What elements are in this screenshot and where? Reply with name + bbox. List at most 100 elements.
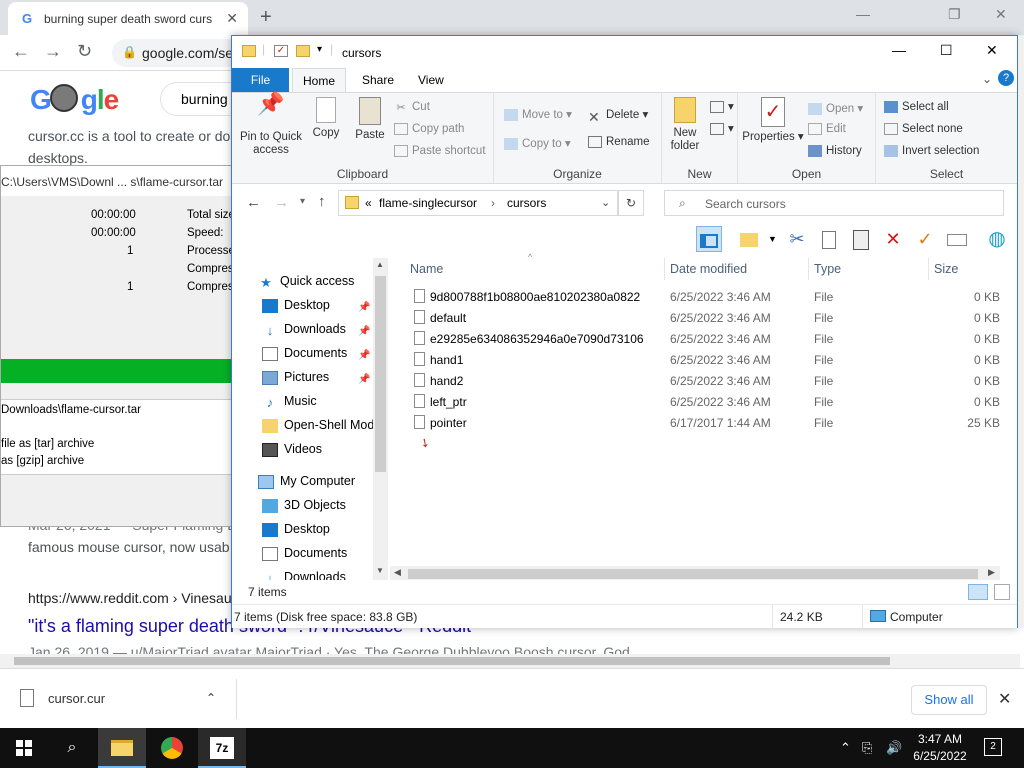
tab-home[interactable]: Home xyxy=(292,68,347,92)
scroll-right-icon[interactable]: ▶ xyxy=(988,567,995,578)
new-folder-quick-icon[interactable] xyxy=(296,45,310,57)
file-row[interactable]: default 6/25/2022 3:46 AM File 0 KB xyxy=(408,307,1008,328)
nav-3d-objects[interactable]: 3D Objects xyxy=(262,498,346,518)
cut-button[interactable]: ✂ Cut xyxy=(394,101,430,114)
file-row[interactable]: hand2 6/25/2022 3:46 AM File 0 KB xyxy=(408,370,1008,391)
refresh-icon[interactable]: ↻ xyxy=(618,190,644,216)
nav-pictures[interactable]: Pictures xyxy=(262,370,329,390)
open-button[interactable]: Open ▾ xyxy=(808,101,863,115)
scroll-down-icon[interactable]: ▼ xyxy=(376,566,384,575)
copy-icon[interactable] xyxy=(816,226,842,252)
nav-open-shell[interactable]: Open-Shell Mod xyxy=(262,418,374,438)
scroll-thumb[interactable] xyxy=(408,569,978,579)
search-input[interactable]: ⌕ Search cursors xyxy=(664,190,1004,216)
history-button[interactable]: History xyxy=(808,145,862,157)
scroll-up-icon[interactable]: ▲ xyxy=(376,260,384,269)
checkmark-icon[interactable]: ✓ xyxy=(912,226,938,252)
maximize-button[interactable]: ☐ xyxy=(940,42,953,59)
result-breadcrumb[interactable]: https://www.reddit.com › Vinesau xyxy=(28,590,232,606)
minimize-button[interactable]: — xyxy=(892,42,906,58)
chevron-up-icon[interactable]: ⌃ xyxy=(840,740,851,756)
scroll-thumb[interactable] xyxy=(375,276,386,472)
large-icons-view-icon[interactable] xyxy=(994,584,1010,600)
scroll-left-icon[interactable]: ◀ xyxy=(394,567,401,578)
rename-button[interactable]: Rename xyxy=(588,136,649,148)
page-horizontal-scrollbar[interactable] xyxy=(0,654,1020,668)
pin-to-quick-access-button[interactable]: 📌 Pin to Quick access xyxy=(238,93,304,157)
help-icon[interactable]: ? xyxy=(998,70,1014,86)
chevron-down-icon[interactable]: ▼ xyxy=(768,234,777,244)
tab-close-icon[interactable]: ✕ xyxy=(226,10,238,27)
paste-icon[interactable] xyxy=(848,226,874,252)
delete-button[interactable]: ✕ Delete ▾ xyxy=(588,107,648,125)
nav-scrollbar[interactable]: ▲ ▼ xyxy=(373,258,388,580)
restore-button[interactable]: ❐ xyxy=(948,6,961,23)
recent-locations-icon[interactable]: ▾ xyxy=(300,196,305,207)
column-size[interactable]: Size xyxy=(934,262,958,276)
forward-arrow-icon[interactable]: → xyxy=(44,41,62,62)
move-to-button[interactable]: Move to ▾ xyxy=(504,107,572,121)
chrome-taskbar-icon[interactable] xyxy=(148,728,196,768)
reload-icon[interactable]: ↻ xyxy=(77,41,92,62)
nav-desktop-pc[interactable]: Desktop xyxy=(262,522,330,542)
windows-start-icon[interactable] xyxy=(0,728,48,768)
tab-file[interactable]: File xyxy=(232,68,289,92)
new-item-button[interactable]: ▾ xyxy=(710,99,734,113)
copy-button[interactable]: Copy xyxy=(306,97,346,140)
nav-videos[interactable]: Videos xyxy=(262,442,322,462)
preview-pane-icon[interactable] xyxy=(696,226,722,252)
close-button[interactable]: ✕ xyxy=(986,42,998,59)
paste-shortcut-button[interactable]: Paste shortcut xyxy=(394,145,486,157)
minimize-button[interactable]: — xyxy=(856,6,870,22)
7zip-taskbar-icon[interactable]: 7z xyxy=(198,728,246,768)
back-arrow-icon[interactable]: ← xyxy=(12,41,30,62)
cut-icon[interactable]: ✂ xyxy=(784,226,810,252)
details-view-icon[interactable] xyxy=(968,584,988,600)
copy-to-button[interactable]: Copy to ▾ xyxy=(504,136,571,150)
file-row[interactable]: hand1 6/25/2022 3:46 AM File 0 KB xyxy=(408,349,1008,370)
clock[interactable]: 3:47 AM 6/25/2022 xyxy=(908,731,972,765)
customize-quick-access-icon[interactable]: ▾ xyxy=(317,44,322,55)
file-row[interactable]: pointer 6/17/2017 1:44 AM File 25 KB xyxy=(408,412,1008,433)
column-date-modified[interactable]: Date modified xyxy=(670,262,747,276)
tab-view[interactable]: View xyxy=(408,68,454,92)
chevron-down-icon[interactable]: ⌄ xyxy=(601,196,610,209)
easy-access-button[interactable]: ▾ xyxy=(710,121,734,135)
rename-icon[interactable] xyxy=(944,226,970,252)
file-explorer-taskbar-icon[interactable] xyxy=(98,728,146,768)
scroll-thumb[interactable] xyxy=(14,657,890,665)
nav-downloads-pc[interactable]: ↓ Downloads xyxy=(262,570,346,580)
copy-path-button[interactable]: Copy path xyxy=(394,123,464,135)
column-name[interactable]: Name xyxy=(410,262,443,276)
breadcrumb-item[interactable]: cursors xyxy=(507,196,546,210)
column-type[interactable]: Type xyxy=(814,262,841,276)
breadcrumb-item[interactable]: flame-singlecursor xyxy=(379,196,477,210)
search-icon[interactable]: ⌕ xyxy=(48,728,96,768)
file-row[interactable]: 9d800788f1b08800ae810202380a0822 6/25/202… xyxy=(408,286,1008,307)
chevron-down-icon[interactable]: ⌄ xyxy=(982,72,992,86)
nav-documents-pc[interactable]: Documents xyxy=(262,546,347,566)
breadcrumb-separator[interactable]: › xyxy=(491,196,495,210)
new-folder-button[interactable]: New folder xyxy=(666,97,704,153)
forward-arrow-icon[interactable]: → xyxy=(274,194,289,211)
nav-downloads[interactable]: ↓ Downloads xyxy=(262,322,346,342)
chevron-up-icon[interactable]: ⌃ xyxy=(206,691,216,705)
close-button[interactable]: ✕ xyxy=(995,6,1007,23)
delete-icon[interactable]: ✕ xyxy=(880,226,906,252)
shell-icon[interactable]: ◍ xyxy=(984,226,1010,252)
properties-quick-icon[interactable]: ✓ xyxy=(274,45,288,57)
file-row[interactable]: e29285e634086352946a0e7090d73106 6/25/202… xyxy=(408,328,1008,349)
nav-quick-access[interactable]: ★ Quick access xyxy=(258,274,354,294)
paste-button[interactable]: Paste xyxy=(350,97,390,142)
breadcrumb-overflow[interactable]: « xyxy=(365,196,372,210)
browser-vertical-scrollbar[interactable] xyxy=(1018,35,1024,628)
close-icon[interactable]: ✕ xyxy=(998,689,1011,709)
invert-selection-button[interactable]: Invert selection xyxy=(884,145,979,157)
nav-my-computer[interactable]: My Computer xyxy=(258,474,355,494)
file-row[interactable]: left_ptr 6/25/2022 3:46 AM File 0 KB xyxy=(408,391,1008,412)
notification-center-icon[interactable]: 2 xyxy=(984,738,1002,756)
edit-button[interactable]: Edit xyxy=(808,123,846,135)
tab-share[interactable]: Share xyxy=(352,68,404,92)
nav-documents[interactable]: Documents xyxy=(262,346,347,366)
new-tab-button[interactable]: + xyxy=(260,6,272,29)
